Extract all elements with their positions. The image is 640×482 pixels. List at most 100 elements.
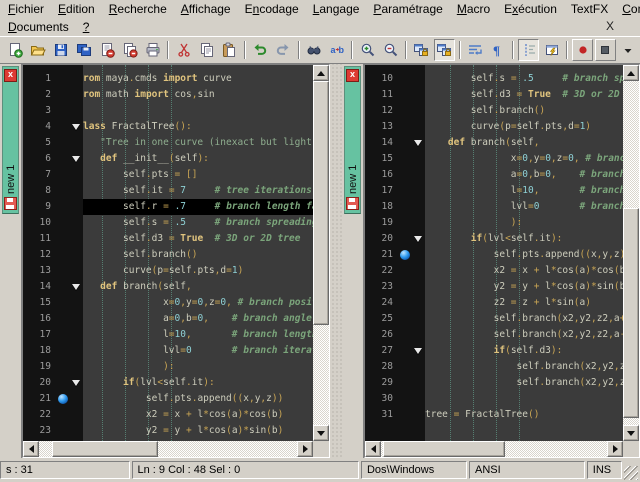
- scroll-right-button[interactable]: [607, 441, 623, 457]
- menu-edition[interactable]: Edition: [51, 1, 102, 17]
- bookmark-slot[interactable]: [56, 327, 69, 343]
- vertical-scroll-thumb[interactable]: [313, 81, 329, 325]
- menu-langage[interactable]: Langage: [306, 1, 367, 17]
- menu-param-trage[interactable]: Paramétrage: [366, 1, 449, 17]
- bookmark-slot[interactable]: [398, 391, 411, 407]
- bookmark-margin[interactable]: [398, 65, 411, 441]
- bookmark-slot[interactable]: [56, 135, 69, 151]
- menu-compl-ments[interactable]: Compléments: [615, 1, 640, 17]
- bookmark-slot[interactable]: [56, 167, 69, 183]
- menu-?[interactable]: ?: [76, 19, 97, 35]
- bookmark-slot[interactable]: [56, 343, 69, 359]
- scroll-down-button[interactable]: [623, 425, 639, 441]
- new-file-button[interactable]: [5, 39, 26, 61]
- bookmark-margin[interactable]: [56, 65, 69, 441]
- scroll-down-button[interactable]: [313, 425, 329, 441]
- code-area[interactable]: from maya.cmds import curvefrom math imp…: [83, 65, 313, 441]
- open-folder-button[interactable]: [28, 39, 49, 61]
- fold-margin[interactable]: [411, 65, 425, 441]
- tab-label[interactable]: new 1: [347, 82, 359, 197]
- menu-documents[interactable]: Documents: [1, 19, 76, 35]
- bookmark-slot[interactable]: [398, 167, 411, 183]
- bookmark-slot[interactable]: [398, 343, 411, 359]
- save-button[interactable]: [51, 39, 72, 61]
- bookmark-slot[interactable]: [398, 279, 411, 295]
- bookmark-slot[interactable]: [398, 135, 411, 151]
- close-button[interactable]: [97, 39, 118, 61]
- bookmark-slot[interactable]: [56, 375, 69, 391]
- fold-toggle[interactable]: [411, 343, 425, 359]
- bookmark-slot[interactable]: [56, 199, 69, 215]
- code-editor-right[interactable]: 1011121314151617181920212223242526272829…: [365, 65, 623, 441]
- bookmark-marker[interactable]: [398, 247, 411, 263]
- menu-ex-cution[interactable]: Exécution: [497, 1, 564, 17]
- fold-toggle[interactable]: [69, 151, 83, 167]
- record-macro-button[interactable]: [572, 39, 593, 61]
- bookmark-slot[interactable]: [56, 151, 69, 167]
- bookmark-slot[interactable]: [398, 119, 411, 135]
- word-wrap-button[interactable]: [465, 39, 486, 61]
- scroll-up-button[interactable]: [313, 65, 329, 81]
- bookmark-slot[interactable]: [398, 87, 411, 103]
- bookmark-slot[interactable]: [56, 183, 69, 199]
- scroll-up-button[interactable]: [623, 65, 639, 81]
- child-close-button[interactable]: X: [602, 19, 618, 33]
- tab-new1-right[interactable]: x new 1: [344, 66, 361, 214]
- vertical-scroll-thumb[interactable]: [623, 208, 639, 418]
- fold-margin[interactable]: [69, 65, 83, 441]
- bookmark-slot[interactable]: [398, 295, 411, 311]
- scroll-right-button[interactable]: [297, 441, 313, 457]
- fold-toggle[interactable]: [69, 279, 83, 295]
- bookmark-slot[interactable]: [56, 87, 69, 103]
- fold-toggle[interactable]: [411, 231, 425, 247]
- bookmark-slot[interactable]: [56, 279, 69, 295]
- menu-textfx[interactable]: TextFX: [564, 1, 615, 17]
- bookmark-slot[interactable]: [56, 407, 69, 423]
- bookmark-slot[interactable]: [398, 359, 411, 375]
- bookmark-slot[interactable]: [398, 103, 411, 119]
- scroll-left-button[interactable]: [365, 441, 381, 457]
- vertical-scrollbar[interactable]: [623, 65, 639, 441]
- bookmark-slot[interactable]: [398, 151, 411, 167]
- bookmark-slot[interactable]: [398, 199, 411, 215]
- bookmark-slot[interactable]: [56, 103, 69, 119]
- menu-fichier[interactable]: Fichier: [1, 1, 51, 17]
- bookmark-slot[interactable]: [56, 215, 69, 231]
- bookmark-slot[interactable]: [398, 215, 411, 231]
- resize-grip[interactable]: [624, 466, 638, 480]
- cut-button[interactable]: [173, 39, 194, 61]
- print-button[interactable]: [142, 39, 163, 61]
- bookmark-slot[interactable]: [398, 71, 411, 87]
- pane-splitter[interactable]: [330, 64, 342, 458]
- fold-toggle[interactable]: [411, 135, 425, 151]
- save-all-button[interactable]: [74, 39, 95, 61]
- horizontal-scrollbar[interactable]: [23, 441, 313, 457]
- bookmark-slot[interactable]: [398, 407, 411, 423]
- sync-scroll-h-button[interactable]: [434, 39, 455, 61]
- menu-macro[interactable]: Macro: [450, 1, 497, 17]
- bookmark-slot[interactable]: [398, 183, 411, 199]
- fold-toggle[interactable]: [69, 375, 83, 391]
- bookmark-slot[interactable]: [398, 375, 411, 391]
- show-all-chars-button[interactable]: ¶: [488, 39, 509, 61]
- bookmark-slot[interactable]: [398, 231, 411, 247]
- tab-new1-left[interactable]: x new 1: [2, 66, 19, 214]
- copy-button[interactable]: [196, 39, 217, 61]
- user-dialog-button[interactable]: [541, 39, 562, 61]
- redo-button[interactable]: [273, 39, 294, 61]
- menu-affichage[interactable]: Affichage: [174, 1, 238, 17]
- code-editor-left[interactable]: 1234567891011121314151617181920212223 fr…: [23, 65, 313, 441]
- bookmark-slot[interactable]: [398, 311, 411, 327]
- bookmark-slot[interactable]: [56, 295, 69, 311]
- indent-guide-button[interactable]: [518, 39, 539, 61]
- tab-close-icon[interactable]: x: [4, 69, 17, 82]
- zoom-in-button[interactable]: [357, 39, 378, 61]
- zoom-out-button[interactable]: [380, 39, 401, 61]
- horizontal-scroll-thumb[interactable]: [52, 441, 158, 457]
- toolbar-dropdown-button[interactable]: [618, 39, 639, 61]
- menu-encodage[interactable]: Encodage: [238, 1, 306, 17]
- tab-close-icon[interactable]: x: [346, 69, 359, 82]
- bookmark-marker[interactable]: [56, 391, 69, 407]
- tab-label[interactable]: new 1: [5, 82, 17, 197]
- fold-toggle[interactable]: [69, 119, 83, 135]
